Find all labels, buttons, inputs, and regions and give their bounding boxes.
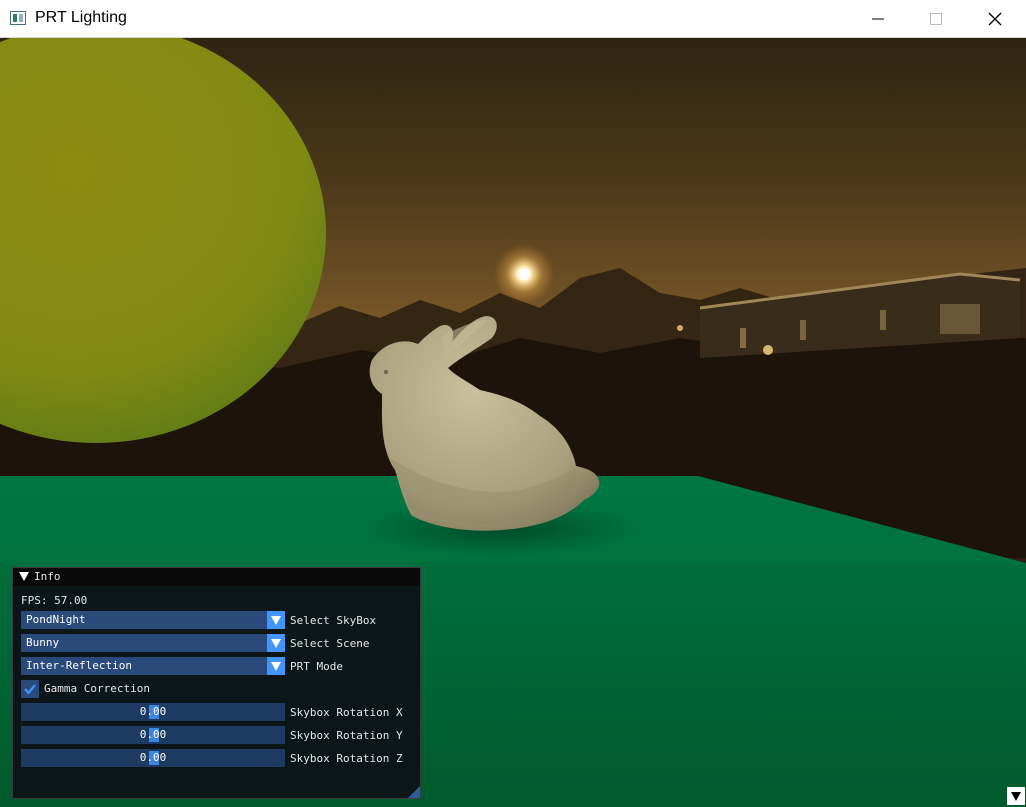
close-icon: [988, 12, 1002, 26]
skybox-rotation-z-slider[interactable]: 0.00: [21, 749, 285, 767]
resize-grip[interactable]: [408, 786, 420, 798]
window-title: PRT Lighting: [35, 9, 127, 26]
close-button[interactable]: [966, 0, 1024, 38]
prt-mode-select[interactable]: Inter-Reflection: [21, 657, 285, 675]
gamma-correction-label: Gamma Correction: [44, 682, 150, 695]
chevron-down-icon[interactable]: [267, 611, 285, 629]
panel-title: Info: [34, 570, 61, 583]
panel-header[interactable]: Info: [13, 568, 420, 586]
skybox-rotation-y-value: 0.00: [139, 728, 167, 741]
collapse-arrow-icon[interactable]: [19, 572, 29, 581]
app-icon: [10, 11, 26, 25]
skybox-rotation-y-slider[interactable]: 0.00: [21, 726, 285, 744]
prt-mode-select-label: PRT Mode: [290, 660, 343, 673]
gamma-correction-checkbox[interactable]: [21, 680, 39, 698]
dropdown-arrow-icon[interactable]: [1007, 787, 1025, 805]
skybox-select[interactable]: PondNight: [21, 611, 285, 629]
prt-mode-select-value: Inter-Reflection: [26, 659, 132, 672]
render-viewport[interactable]: Info FPS: 57.00 PondNight Select SkyBox …: [0, 38, 1026, 807]
minimize-icon: [872, 18, 884, 20]
minimize-button[interactable]: [849, 0, 907, 38]
scene-select-value: Bunny: [26, 636, 60, 649]
skybox-rotation-z-value: 0.00: [139, 751, 167, 764]
skybox-rotation-x-label: Skybox Rotation X: [290, 706, 403, 719]
skybox-rotation-x-value: 0.00: [139, 705, 167, 718]
maximize-icon: [930, 13, 942, 25]
maximize-button[interactable]: [907, 0, 965, 38]
chevron-down-icon[interactable]: [267, 657, 285, 675]
scene-select[interactable]: Bunny: [21, 634, 285, 652]
skybox-rotation-x-slider[interactable]: 0.00: [21, 703, 285, 721]
checkmark-icon: [24, 684, 36, 695]
light-source: [518, 268, 530, 280]
info-panel[interactable]: Info FPS: 57.00 PondNight Select SkyBox …: [12, 567, 421, 799]
fps-value: 57.00: [54, 594, 88, 607]
skybox-rotation-y-label: Skybox Rotation Y: [290, 729, 403, 742]
skybox-rotation-z-label: Skybox Rotation Z: [290, 752, 403, 765]
fps-readout: FPS: 57.00: [21, 594, 87, 607]
fps-label: FPS:: [21, 594, 48, 607]
title-bar: PRT Lighting: [0, 0, 1026, 38]
chevron-down-icon[interactable]: [267, 634, 285, 652]
skybox-select-label: Select SkyBox: [290, 614, 377, 627]
scene-select-label: Select Scene: [290, 637, 370, 650]
skybox-select-value: PondNight: [26, 613, 86, 626]
